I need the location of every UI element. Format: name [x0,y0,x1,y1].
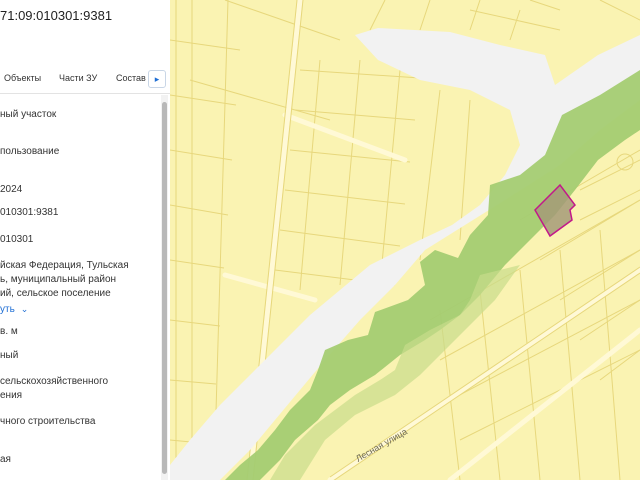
field-status: ный [0,350,19,361]
expand-address-link[interactable]: уть ⌄ [0,302,28,317]
cadastral-number-title: 71:09:010301:9381 [0,8,113,23]
field-date: 2024 [0,184,23,195]
field-area: в. м [0,326,18,337]
tabs-divider [0,93,170,94]
map-view[interactable]: Лесная улица [170,0,640,480]
tab-land-parts[interactable]: Части ЗУ [59,73,97,83]
field-land-category-line-1: сельскохозяйственного [0,376,109,387]
field-permitted-use: чного строительства [0,416,96,427]
field-land-category-line-2: ения [0,390,23,401]
expand-address-label: уть [0,304,15,315]
field-address-line-1: йская Федерация, Тульская [0,260,129,271]
field-cadastral-number: 010301:9381 [0,207,59,218]
tab-bar: Объекты Части ЗУ Состав ▸ [0,69,170,91]
field-usage: пользование [0,146,60,157]
tabs-next-button[interactable]: ▸ [148,70,166,88]
field-ownership: ая [0,454,11,465]
tab-objects[interactable]: Объекты [4,73,41,83]
field-quarter: 010301 [0,234,34,245]
field-address-line-2: ь, муниципальный район [0,274,117,285]
map-canvas[interactable]: Лесная улица [170,0,640,480]
field-category: ный участок [0,109,57,120]
chevron-right-icon: ▸ [154,74,160,84]
field-address-line-3: ий, сельское поселение [0,288,111,299]
tab-composition[interactable]: Состав [116,73,146,83]
scrollbar-thumb[interactable] [162,102,167,474]
info-panel: 71:09:010301:9381 Объекты Части ЗУ Соста… [0,0,170,480]
chevron-down-icon: ⌄ [20,304,29,314]
